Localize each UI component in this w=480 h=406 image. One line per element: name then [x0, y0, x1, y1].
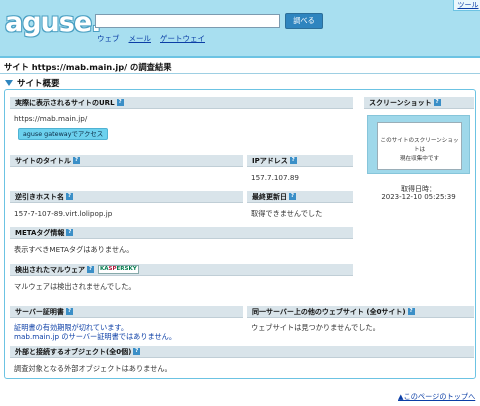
site-header: aguse. 調べる ウェブ メール ゲートウェイ ツール	[0, 0, 480, 58]
site-title-box-header: サイトのタイトル ?	[10, 155, 243, 167]
placeholder-line-1: このサイトのスクリーンショットは	[380, 138, 459, 153]
reverse-host-box-title: 逆引きホスト名	[15, 192, 64, 201]
ip-box-title: IPアドレス	[252, 156, 288, 165]
page-title: サイト https://mab.main.jp/ の調査結果	[4, 62, 172, 72]
nav-mail[interactable]: メール	[129, 33, 152, 44]
help-icon[interactable]: ?	[87, 266, 94, 273]
help-icon[interactable]: ?	[407, 308, 415, 315]
malware-box-header: 検出されたマルウェア ? KASPERSKY	[10, 264, 353, 276]
gateway-access-button[interactable]: aguse gatewayでアクセス	[18, 128, 108, 140]
divider	[0, 73, 480, 74]
search-input[interactable]	[95, 14, 280, 28]
meta-value: 表示すべきMETAタグはありません。	[14, 245, 134, 254]
section-header[interactable]: サイト概要	[5, 77, 60, 89]
help-icon[interactable]: ?	[116, 99, 124, 106]
certificate-box-header: サーバー証明書 ?	[10, 306, 243, 318]
site-title-box-title: サイトのタイトル	[15, 156, 71, 165]
aguse-logo[interactable]: aguse.	[5, 7, 101, 38]
external-objects-box-header: 外部と接続するオブジェクト(全0個) ?	[10, 346, 474, 358]
ip-value: 157.7.107.89	[251, 173, 300, 182]
kaspersky-logo: KASPERSKY	[98, 265, 139, 274]
meta-box-title: METAタグ情報	[15, 228, 65, 237]
search-button[interactable]: 調べる	[285, 13, 323, 29]
help-icon[interactable]: ?	[73, 157, 80, 164]
url-box-title: 実際に表示されるサイトのURL	[15, 98, 115, 107]
screenshot-date-value: 2023-12-10 05:25:39	[381, 193, 456, 201]
help-icon[interactable]: ?	[289, 157, 297, 164]
help-icon[interactable]: ?	[65, 308, 73, 315]
collapse-triangle-icon	[5, 80, 13, 86]
same-server-box-title: 同一サーバー上の他のウェブサイト (全0サイト)	[252, 307, 406, 316]
last-updated-box-title: 最終更新日	[252, 192, 287, 201]
screenshot-box-header: スクリーンショット ?	[364, 97, 474, 109]
screenshot-thumbnail: このサイトのスクリーンショットは 現在収集中です	[367, 115, 470, 174]
reverse-host-value: 157-7-107-89.virt.lolipop.jp	[14, 209, 113, 218]
help-icon[interactable]: ?	[66, 229, 74, 236]
last-updated-box-header: 最終更新日 ?	[247, 191, 353, 203]
meta-box-header: METAタグ情報 ?	[10, 227, 353, 239]
external-objects-value: 調査対象となる外部オブジェクトはありません。	[14, 364, 172, 373]
url-value: https://mab.main.jp/	[14, 114, 88, 123]
screenshot-placeholder-text: このサイトのスクリーンショットは 現在収集中です	[378, 137, 461, 164]
help-icon[interactable]: ?	[433, 99, 441, 106]
malware-box-title: 検出されたマルウェア	[15, 265, 85, 274]
placeholder-line-2: 現在収集中です	[399, 156, 440, 162]
url-box-header: 実際に表示されるサイトのURL ?	[10, 97, 353, 109]
nav-web[interactable]: ウェブ	[97, 33, 120, 44]
same-server-box-header: 同一サーバー上の他のウェブサイト (全0サイト) ?	[247, 306, 474, 318]
same-server-value: ウェブサイトは見つかりませんでした。	[251, 323, 380, 332]
help-icon[interactable]: ?	[133, 348, 141, 355]
certificate-box-title: サーバー証明書	[15, 307, 64, 316]
nav-gateway[interactable]: ゲートウェイ	[160, 33, 205, 44]
ip-box-header: IPアドレス ?	[247, 155, 353, 167]
screenshot-placeholder: このサイトのスクリーンショットは 現在収集中です	[377, 122, 462, 170]
malware-value: マルウェアは検出されませんでした。	[14, 282, 136, 291]
external-objects-box-title: 外部と接続するオブジェクト(全0個)	[15, 347, 132, 356]
header-nav: ウェブ メール ゲートウェイ	[97, 33, 205, 44]
last-updated-value: 取得できませんでした	[251, 209, 323, 218]
screenshot-box-title: スクリーンショット	[369, 98, 432, 107]
reverse-host-box-header: 逆引きホスト名 ?	[10, 191, 243, 203]
help-icon[interactable]: ?	[66, 193, 73, 200]
help-icon[interactable]: ?	[289, 193, 296, 200]
back-to-top-link[interactable]: ▲このページのトップへ	[398, 392, 475, 402]
certificate-mismatch-text[interactable]: mab.main.jp のサーバー証明書ではありません。	[14, 332, 176, 342]
section-title: サイト概要	[17, 79, 60, 89]
tools-tab[interactable]: ツール	[453, 0, 480, 11]
